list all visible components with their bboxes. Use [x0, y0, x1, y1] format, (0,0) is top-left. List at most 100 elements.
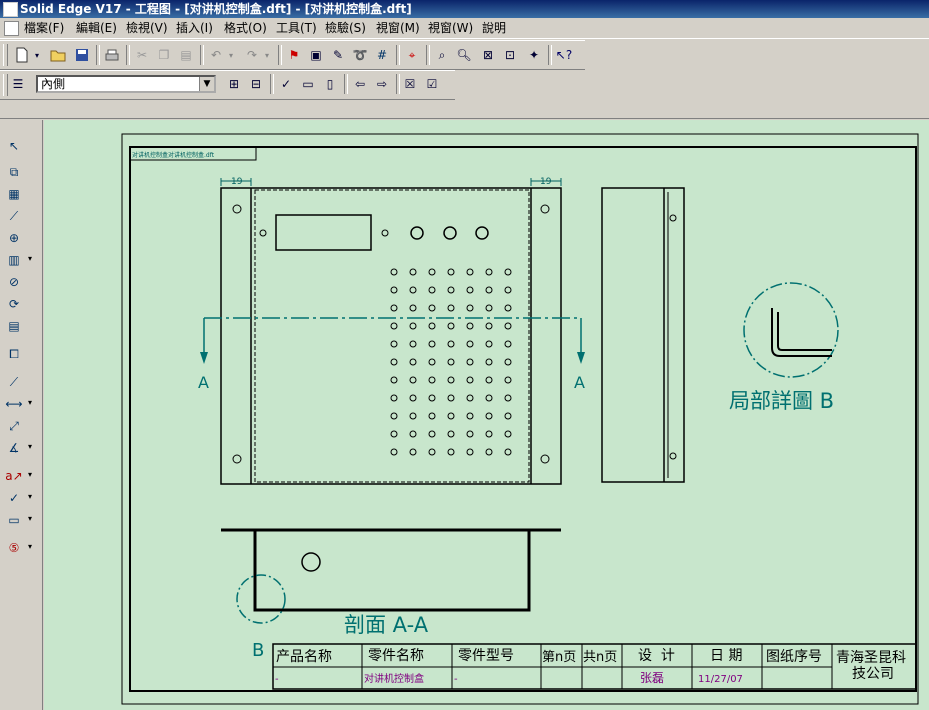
chevron-down-icon[interactable]: ▾ — [28, 492, 36, 501]
new-dropdown-icon[interactable]: ▾ — [32, 45, 42, 65]
line-icon[interactable]: ⟋ — [4, 372, 24, 392]
chevron-down-icon[interactable]: ▾ — [28, 442, 36, 451]
cut-icon[interactable]: ✂ — [132, 45, 152, 65]
layer-toolbar: ☰ 內側 ▼ ⊞ ⊟ ✓ ▭ ▯ ⇦ ⇨ ☒ ☑ — [0, 70, 455, 100]
angle-icon[interactable]: ∡ — [4, 438, 24, 458]
redo-icon[interactable]: ↷ — [242, 45, 262, 65]
flag-icon[interactable]: ⚑ — [284, 45, 304, 65]
menu-format[interactable]: 格式(O) — [224, 20, 267, 36]
tb-value-part-model: - — [454, 674, 458, 685]
tb-header-drawing-no: 图纸序号 — [766, 649, 822, 665]
annotation-icon[interactable]: a↗ — [4, 466, 24, 486]
zoom-area-icon[interactable]: ⌕ — [432, 45, 452, 65]
view-wizard-icon[interactable]: ⧉ — [4, 162, 24, 182]
chevron-down-icon[interactable]: ▾ — [28, 470, 36, 479]
detail-view-icon[interactable]: ⊕ — [4, 228, 24, 248]
balloon-icon[interactable]: ⑤ — [4, 538, 24, 558]
separator — [200, 45, 204, 65]
grid-icon[interactable]: # — [372, 45, 392, 65]
crosshair-icon[interactable]: ⌖ — [402, 45, 422, 65]
sheet-header-label: 对讲机控制盒对讲机控制盒.dft — [132, 151, 215, 159]
menu-tools[interactable]: 工具(T) — [276, 20, 317, 36]
draft-view-icon[interactable]: ▤ — [4, 316, 24, 336]
print-icon[interactable] — [102, 45, 122, 65]
layer-select[interactable]: 內側 ▼ — [36, 75, 216, 93]
rect-layer-2-icon[interactable]: ▯ — [320, 74, 340, 94]
menu-window-w[interactable]: 視窗(W) — [428, 20, 473, 36]
menu-edit[interactable]: 編輯(E) — [76, 20, 117, 36]
chevron-down-icon[interactable]: ▼ — [199, 77, 214, 91]
rotate-view-icon[interactable]: ⟳ — [4, 294, 24, 314]
tb-header-date: 日 期 — [710, 648, 742, 664]
pan-icon[interactable]: ⊡ — [500, 45, 520, 65]
chevron-down-icon[interactable]: ▾ — [28, 514, 36, 523]
principal-view-icon[interactable]: ▦ — [4, 184, 24, 204]
tb-value-date: 11/27/07 — [698, 674, 743, 685]
arrow-left-icon[interactable]: ⇦ — [350, 74, 370, 94]
menu-file[interactable]: 檔案(F) — [24, 20, 64, 36]
magic-wand-icon[interactable]: ✦ — [524, 45, 544, 65]
layer-icon[interactable]: ☰ — [8, 74, 28, 94]
tb-header-part-model: 零件型号 — [458, 648, 514, 664]
rect-layer-icon[interactable]: ▭ — [298, 74, 318, 94]
fit-icon[interactable]: ⊠ — [478, 45, 498, 65]
surface-texture-icon[interactable]: ✓ — [4, 488, 24, 508]
feature-control-icon[interactable]: ▭ — [4, 510, 24, 530]
separator — [270, 74, 274, 94]
linked-icon[interactable]: ➰ — [350, 45, 370, 65]
menu-bar: 檔案(F) 編輯(E) 檢視(V) 插入(I) 格式(O) 工具(T) 檢驗(S… — [0, 18, 929, 39]
layer-select-value: 內側 — [41, 77, 66, 91]
check-layer-icon[interactable]: ✓ — [276, 74, 296, 94]
help-pointer-icon[interactable]: ↖? — [554, 45, 574, 65]
separator — [396, 45, 400, 65]
layer-move-icon[interactable]: ⊟ — [246, 74, 266, 94]
menu-view[interactable]: 檢視(V) — [126, 20, 168, 36]
arrow-right-icon[interactable]: ⇨ — [372, 74, 392, 94]
detail-marker-b: B — [252, 640, 264, 661]
table-icon[interactable]: ⧠ — [4, 344, 24, 364]
tb-header-part-name: 零件名称 — [368, 648, 424, 664]
auxiliary-view-icon[interactable]: ⟋ — [4, 206, 24, 226]
separator — [278, 45, 282, 65]
tb-company-line2: 技公司 — [852, 666, 894, 682]
section-view-icon[interactable]: ▥ — [4, 250, 24, 270]
draw-toolbar: ↖ ⧉ ▦ ⟋ ⊕ ▥ ▾ ⊘ ⟳ ▤ ⧠ ⟋ ⟷ ▾ ⤢ ∡ ▾ a↗ ▾ ✓… — [0, 120, 43, 710]
layer-add-icon[interactable]: ⊞ — [224, 74, 244, 94]
toolbar-grip[interactable] — [3, 44, 8, 66]
dimension-right[interactable]: 19 — [540, 177, 552, 187]
undo-dropdown-icon[interactable]: ▾ — [226, 45, 236, 65]
drawing-canvas[interactable]: 对讲机控制盒对讲机控制盒.dft 19 19 A A 局部詳圖 B 剖面 A-A… — [44, 120, 929, 710]
chevron-down-icon[interactable]: ▾ — [28, 542, 36, 551]
dimension-left[interactable]: 19 — [231, 177, 243, 187]
close-box-icon[interactable]: ☒ — [400, 74, 420, 94]
menu-inspect[interactable]: 檢驗(S) — [325, 20, 366, 36]
chevron-down-icon[interactable]: ▾ — [28, 254, 36, 263]
copy-icon[interactable]: ❐ — [154, 45, 174, 65]
cutting-plane-icon[interactable]: ⊘ — [4, 272, 24, 292]
open-folder-icon[interactable] — [48, 45, 68, 65]
properties-icon[interactable]: ✎ — [328, 45, 348, 65]
new-file-icon[interactable] — [12, 45, 32, 65]
document-icon[interactable] — [4, 21, 19, 36]
save-icon[interactable] — [72, 45, 92, 65]
menu-insert[interactable]: 插入(I) — [176, 20, 213, 36]
section-label-left: A — [198, 373, 209, 392]
drawing-sheet[interactable]: 对讲机控制盒对讲机控制盒.dft 19 19 A A 局部詳圖 B 剖面 A-A… — [44, 120, 929, 710]
tb-header-total: 共n页 — [583, 650, 617, 665]
redo-dropdown-icon[interactable]: ▾ — [262, 45, 272, 65]
menu-help[interactable]: 說明 — [482, 20, 506, 36]
menu-window-m[interactable]: 視窗(M) — [376, 20, 420, 36]
tb-header-page: 第n页 — [542, 650, 576, 665]
check-box-icon[interactable]: ☑ — [422, 74, 442, 94]
smart-dimension-icon[interactable]: ⤢ — [4, 416, 24, 436]
tb-value-product: - — [275, 674, 279, 685]
zoom-icon[interactable]: 🔍︎ — [454, 45, 474, 65]
separator — [426, 45, 430, 65]
paste-icon[interactable]: ▤ — [176, 45, 196, 65]
sheet-icon[interactable]: ▣ — [306, 45, 326, 65]
undo-icon[interactable]: ↶ — [206, 45, 226, 65]
dimension-icon[interactable]: ⟷ — [4, 394, 24, 414]
select-pointer-icon[interactable]: ↖ — [4, 136, 24, 156]
section-label-right: A — [574, 373, 585, 392]
chevron-down-icon[interactable]: ▾ — [28, 398, 36, 407]
